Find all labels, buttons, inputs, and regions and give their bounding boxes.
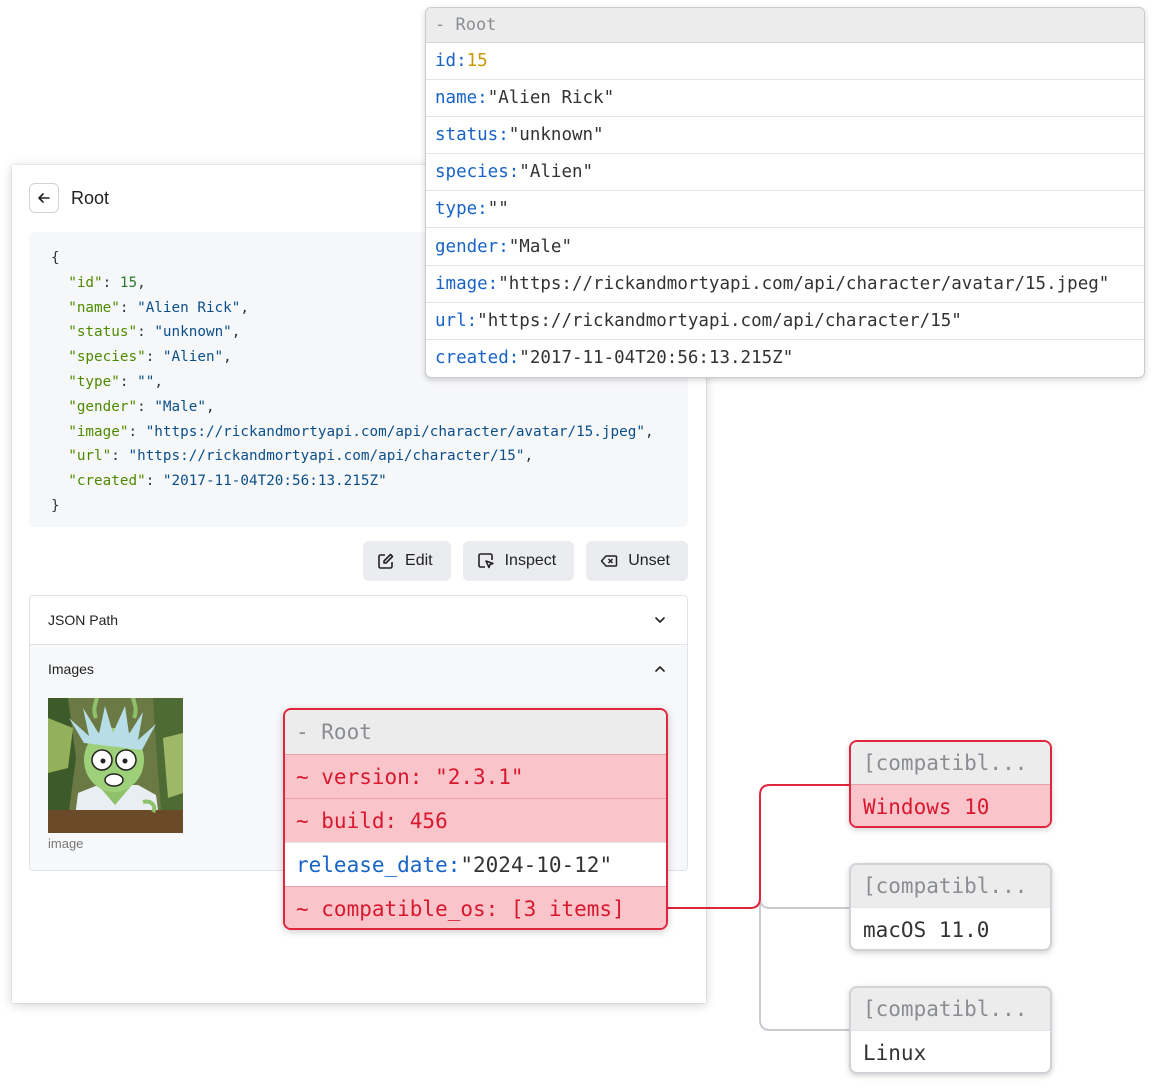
action-buttons: Edit Inspect Unset [363,541,688,581]
json-line: "image": "https://rickandmortyapi.com/ap… [68,423,654,440]
array-item-node-macos[interactable]: [compatibl... macOS 11.0 [849,863,1052,951]
inspector-row-name[interactable]: name: "Alien Rick" [426,80,1144,118]
image-caption: image [48,836,84,851]
json-line: } [51,497,60,514]
json-line: { [51,250,60,266]
array-item-header: [compatibl... [851,988,1050,1030]
inspector-row-species[interactable]: species: "Alien" [426,154,1144,192]
backspace-icon [600,555,618,567]
json-path-label: JSON Path [48,612,119,628]
chevron-up-icon [655,666,665,672]
edit-button[interactable]: Edit [363,541,451,581]
diff-node-header[interactable]: - Root [285,710,666,754]
diff-row-build[interactable]: ~ build: 456 [285,798,666,842]
diff-row-version[interactable]: ~ version: "2.3.1" [285,754,666,798]
inspector-row-status[interactable]: status: "unknown" [426,117,1144,155]
inspector-row-image[interactable]: image: "https://rickandmortyapi.com/api/… [426,266,1144,303]
inspector-row-id[interactable]: id: 15 [426,43,1144,81]
inspect-label: Inspect [504,552,557,569]
array-item-header: [compatibl... [851,742,1050,784]
unset-button[interactable]: Unset [586,541,688,581]
json-line: "id": 15, [68,274,146,291]
array-item-value: macOS 11.0 [851,907,1050,949]
array-item-node-linux[interactable]: [compatibl... Linux [849,986,1052,1074]
alien-rick-illustration [48,698,183,833]
inspector-row-gender[interactable]: gender: "Male" [426,228,1144,266]
edit-label: Edit [405,552,433,569]
accordion-json-path[interactable]: JSON Path [30,596,687,644]
unset-label: Unset [628,552,670,569]
panel-title: Root [71,187,110,208]
array-item-value: Linux [851,1030,1050,1072]
array-item-header: [compatibl... [851,865,1050,907]
back-button[interactable] [29,183,59,213]
diff-row-release-date[interactable]: release_date: "2024-10-12" [285,842,666,886]
panel-header: Root [29,182,109,214]
inspect-button[interactable]: Inspect [462,541,575,581]
inspector-header[interactable]: - Root [426,8,1144,43]
json-line: "species": "Alien", [68,349,232,366]
edge-linux [759,908,850,1031]
chevron-down-icon [655,617,665,623]
json-line: "created": "2017-11-04T20:56:13.215Z" [68,473,387,490]
json-line: "gender": "Male", [68,398,215,415]
root-inspector-node[interactable]: - Root id: 15 name: "Alien Rick" status:… [425,7,1145,378]
inspector-row-created[interactable]: created: "2017-11-04T20:56:13.215Z" [426,340,1144,377]
edit-icon [378,553,394,569]
json-line: "name": "Alien Rick", [68,299,249,316]
array-item-node-windows[interactable]: [compatibl... Windows 10 [849,740,1052,828]
inspector-row-url[interactable]: url: "https://rickandmortyapi.com/api/ch… [426,303,1144,340]
array-item-value: Windows 10 [851,784,1050,826]
diff-row-compatible-os[interactable]: ~ compatible_os: [3 items] [285,886,666,928]
root-diff-node[interactable]: - Root ~ version: "2.3.1" ~ build: 456 r… [283,708,668,930]
accordion-images[interactable]: Images [30,644,687,693]
images-label: Images [48,661,94,677]
arrow-left-icon [38,193,50,203]
character-image[interactable] [48,698,183,833]
edge-macos [759,897,850,909]
inspector-row-type[interactable]: type: "" [426,191,1144,229]
json-line: "url": "https://rickandmortyapi.com/api/… [68,448,534,465]
inspect-icon [477,553,494,569]
json-line: "status": "unknown", [68,324,241,341]
json-line: "type": "", [68,373,163,390]
